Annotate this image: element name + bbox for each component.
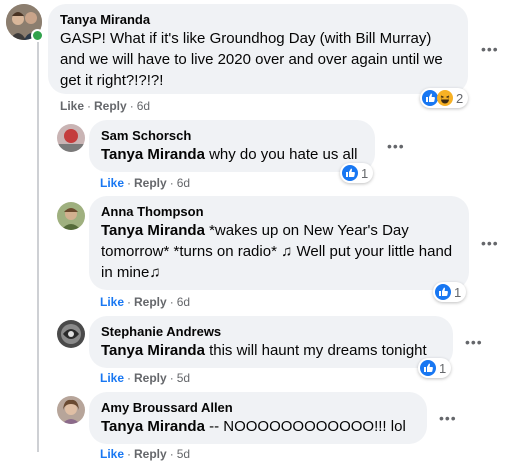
comment-author[interactable]: Stephanie Andrews [101, 324, 441, 340]
reply-link[interactable]: Reply [134, 447, 167, 461]
like-icon [422, 90, 438, 106]
comment-text: Tanya Miranda -- NOOOOOOOOOOOO!!! lol [101, 416, 415, 437]
more-options-button[interactable]: ••• [465, 335, 483, 349]
reply-link[interactable]: Reply [134, 295, 167, 309]
like-icon [435, 284, 451, 300]
reply-link[interactable]: Reply [134, 176, 167, 190]
comment-author[interactable]: Anna Thompson [101, 204, 457, 220]
comment-text: Tanya Miranda why do you hate us all [101, 144, 363, 165]
like-link[interactable]: Like [100, 295, 124, 309]
reaction-count: 1 [361, 165, 369, 181]
comment-bubble: Anna Thompson Tanya Miranda *wakes up on… [89, 196, 469, 290]
reaction-count: 1 [439, 360, 447, 376]
comment-time[interactable]: 5d [177, 371, 190, 385]
reply-link[interactable]: Reply [94, 99, 127, 113]
mention-link[interactable]: Tanya Miranda [101, 222, 205, 239]
more-options-button[interactable]: ••• [387, 139, 405, 153]
comment-actions: Like · Reply · 6d [100, 176, 191, 190]
mention-link[interactable]: Tanya Miranda [101, 146, 205, 163]
comment-bubble: Tanya Miranda GASP! What if it's like Gr… [48, 4, 468, 94]
more-options-button[interactable]: ••• [439, 411, 457, 425]
reaction-summary[interactable]: 1 [340, 163, 374, 183]
like-icon [342, 165, 358, 181]
comment-time[interactable]: 6d [177, 295, 190, 309]
comment-bubble: Stephanie Andrews Tanya Miranda this wil… [89, 316, 453, 368]
comment-bubble: Amy Broussard Allen Tanya Miranda -- NOO… [89, 392, 427, 444]
reply-thread-line [37, 42, 39, 452]
more-options-button[interactable]: ••• [481, 236, 499, 250]
mention-link[interactable]: Tanya Miranda [101, 342, 205, 359]
like-link[interactable]: Like [100, 447, 124, 461]
like-icon [420, 360, 436, 376]
reaction-summary[interactable]: 1 [433, 282, 467, 302]
reaction-summary[interactable]: 1 [418, 358, 452, 378]
like-link[interactable]: Like [100, 371, 124, 385]
comment-actions: Like · Reply · 5d [100, 371, 191, 385]
comment-time[interactable]: 6d [137, 99, 150, 113]
comment-actions: Like · Reply · 6d [60, 99, 151, 113]
comment-author[interactable]: Amy Broussard Allen [101, 400, 415, 416]
comment-text: GASP! What if it's like Groundhog Day (w… [60, 30, 443, 89]
comment-body: this will haunt my dreams tonight [209, 342, 427, 359]
comment-author[interactable]: Sam Schorsch [101, 128, 363, 144]
comment-bubble: Sam Schorsch Tanya Miranda why do you ha… [89, 120, 375, 172]
avatar[interactable] [57, 202, 85, 230]
reaction-summary[interactable]: 2 [420, 88, 469, 108]
comment-body: -- NOOOOOOOOOOOO!!! lol [209, 418, 406, 435]
online-status-dot [31, 29, 44, 42]
reply-link[interactable]: Reply [134, 371, 167, 385]
avatar[interactable] [57, 396, 85, 424]
comment-actions: Like · Reply · 6d [100, 295, 191, 309]
reaction-count: 1 [454, 284, 462, 300]
comment-actions: Like · Reply · 5d [100, 447, 191, 461]
avatar[interactable] [57, 124, 85, 152]
comment-author[interactable]: Tanya Miranda [60, 12, 456, 28]
more-options-button[interactable]: ••• [481, 42, 499, 56]
haha-icon [437, 90, 453, 106]
like-link[interactable]: Like [100, 176, 124, 190]
comment-time[interactable]: 5d [177, 447, 190, 461]
comment-text: Tanya Miranda *wakes up on New Year's Da… [101, 220, 457, 283]
avatar[interactable] [57, 320, 85, 348]
comment-time[interactable]: 6d [177, 176, 190, 190]
mention-link[interactable]: Tanya Miranda [101, 418, 205, 435]
comment-body: why do you hate us all [209, 146, 358, 163]
comment-text: Tanya Miranda this will haunt my dreams … [101, 340, 441, 361]
reaction-count: 2 [456, 90, 464, 106]
like-link[interactable]: Like [60, 99, 84, 113]
